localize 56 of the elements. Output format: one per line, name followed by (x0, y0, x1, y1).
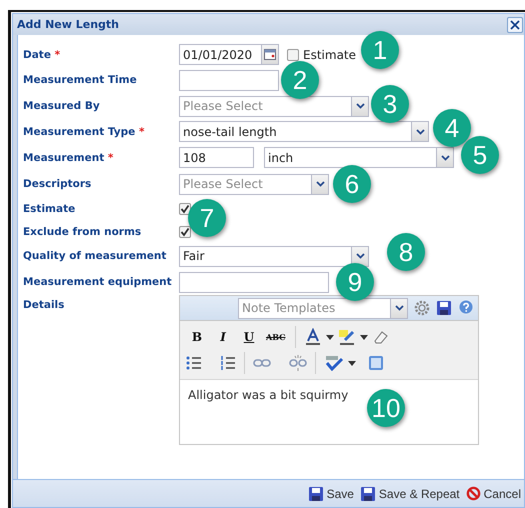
unlink-icon[interactable] (289, 355, 307, 371)
text-field[interactable] (179, 272, 329, 292)
highlighter-icon[interactable] (338, 328, 356, 346)
caret-down-icon (326, 334, 334, 340)
number-field[interactable]: 108 (179, 147, 254, 168)
caret-down-icon (394, 305, 404, 311)
caret-down-icon (356, 253, 364, 259)
caret-down-icon (440, 154, 450, 160)
bullet-list-icon[interactable] (186, 356, 202, 370)
text-field[interactable] (179, 70, 279, 90)
field-label: Measurement Time (23, 74, 138, 86)
field-label: Measurement equipment (23, 276, 173, 288)
save-button[interactable]: Save (306, 486, 355, 502)
checkbox[interactable] (179, 226, 191, 238)
help-icon[interactable] (458, 300, 474, 316)
caret-down-icon (416, 128, 424, 134)
gear-icon[interactable] (414, 300, 430, 316)
field-label: Descriptors (23, 178, 92, 190)
dialog-title: Add New Length (17, 18, 120, 31)
date-field[interactable]: 01/01/2020 (179, 44, 279, 65)
estimate-checkbox[interactable] (287, 48, 299, 60)
caret-down-icon (356, 103, 364, 109)
link-icon[interactable] (253, 358, 271, 368)
caret-down-icon (316, 181, 324, 187)
format-button[interactable]: ABC (264, 326, 288, 348)
field-label: Exclude from norms (23, 226, 142, 238)
save-icon (436, 300, 452, 316)
save-icon (308, 486, 324, 502)
field-label: Measurement Type * (23, 126, 146, 138)
field-label: Measured By (23, 100, 101, 112)
dropdown-field[interactable]: nose-tail length (179, 121, 429, 142)
dropdown-field[interactable]: inch (264, 147, 454, 168)
save-button[interactable]: Save & Repeat (358, 486, 461, 502)
format-button[interactable]: U (238, 326, 260, 348)
dropdown-field[interactable]: Fair (179, 246, 369, 266)
checkbox[interactable] (179, 203, 191, 215)
checkbox-label: Estimate (303, 48, 356, 62)
spellcheck-icon[interactable] (324, 355, 344, 371)
field-label: Estimate (23, 203, 76, 215)
field-label: Quality of measurement (23, 250, 168, 262)
caret-down-icon (360, 334, 368, 340)
close-icon (510, 20, 520, 30)
cancel-button[interactable]: Cancel (464, 486, 522, 501)
cancel-icon (466, 486, 481, 501)
format-button[interactable]: B (186, 326, 208, 348)
field-label: Details (23, 299, 66, 311)
font-color-icon[interactable] (304, 328, 322, 346)
close-button[interactable] (507, 16, 523, 32)
caret-down-icon (348, 360, 356, 366)
save-icon (360, 486, 376, 502)
field-label: Date * (23, 48, 62, 60)
window-icon[interactable] (368, 355, 384, 371)
field-label: Measurement * (23, 152, 114, 164)
format-button[interactable]: I (212, 326, 234, 348)
numbered-list-icon[interactable] (220, 356, 236, 370)
calendar-icon (264, 49, 276, 60)
